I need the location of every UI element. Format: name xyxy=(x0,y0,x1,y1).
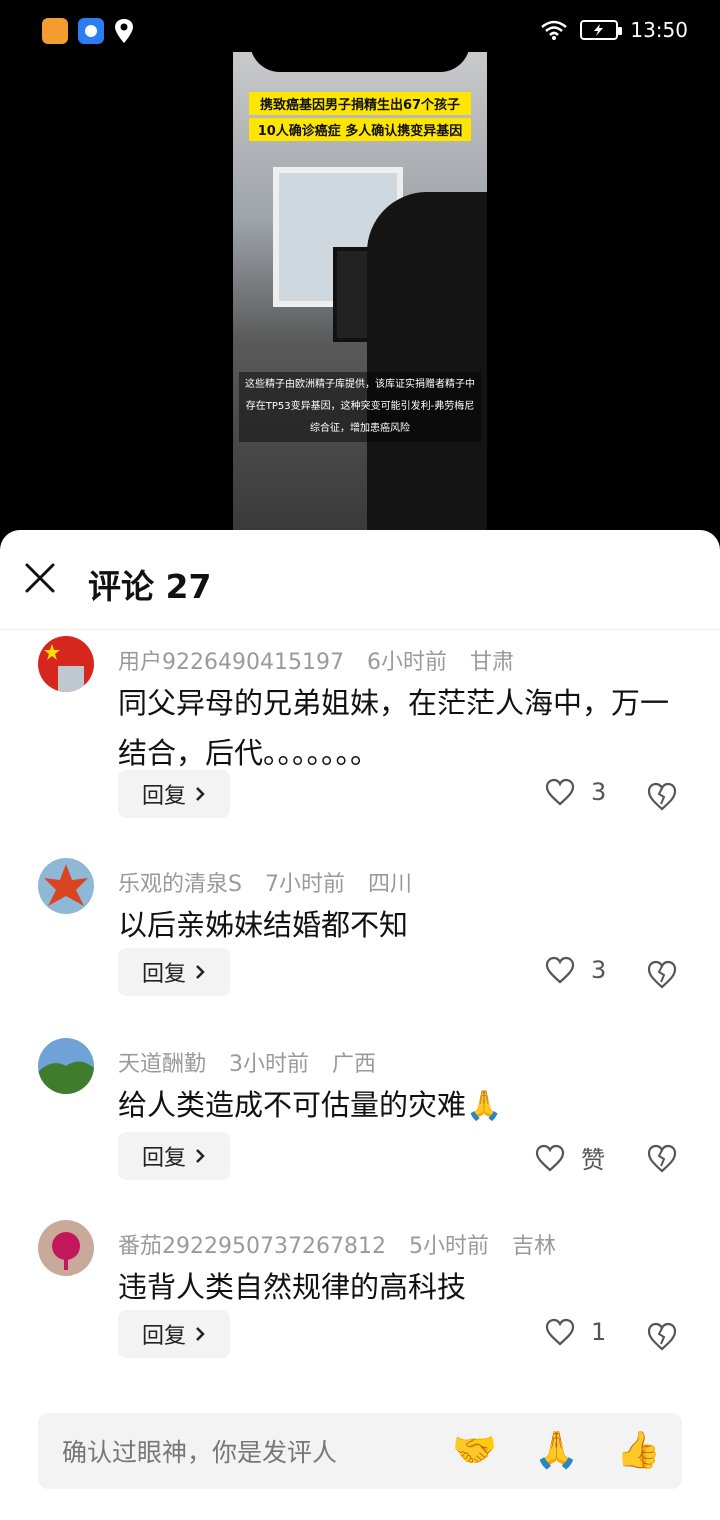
heart-icon xyxy=(545,956,575,984)
chevron-right-icon xyxy=(196,1327,205,1341)
comment-time: 6小时前 xyxy=(366,650,447,675)
comment-meta: 天道酬勤 3小时前 广西 xyxy=(118,1046,392,1078)
comment-meta: 乐观的清泉S 7小时前 四川 xyxy=(118,866,428,898)
like-button[interactable]: 3 xyxy=(545,778,606,806)
comment-location: 吉林 xyxy=(511,1234,556,1259)
reply-button[interactable]: 回复 xyxy=(118,1310,230,1358)
comment-time: 5小时前 xyxy=(408,1234,489,1259)
battery-icon xyxy=(580,20,623,40)
camera-notch xyxy=(250,0,470,72)
location-icon xyxy=(115,19,133,43)
comment-username[interactable]: 番茄2922950737267812 xyxy=(118,1234,386,1259)
broken-heart-icon[interactable] xyxy=(646,1142,678,1174)
comment-text: 给人类造成不可估量的灾难🙏 xyxy=(118,1088,503,1122)
comment-location: 甘肃 xyxy=(469,650,514,675)
avatar[interactable] xyxy=(38,636,94,692)
wifi-icon xyxy=(541,20,568,40)
comment-sheet: 评论 27 用户9226490415197 6小时前 甘肃 同父异母的兄弟姐妹，… xyxy=(0,530,720,1520)
reply-label: 回复 xyxy=(141,1146,186,1171)
comment-input-placeholder: 确认过眼神，你是发评人 xyxy=(62,1438,338,1467)
broken-heart-icon[interactable] xyxy=(646,780,678,812)
handshake-emoji-button[interactable]: 🤝 xyxy=(452,1427,497,1475)
chevron-right-icon xyxy=(196,787,205,801)
comment-text: 以后亲姊妹结婚都不知 xyxy=(118,908,409,942)
thumbs-up-emoji-button[interactable]: 👍 xyxy=(616,1427,661,1475)
comment-location: 四川 xyxy=(367,872,412,897)
broken-heart-icon[interactable] xyxy=(646,1320,678,1352)
video-caption-line2: 10人确诊癌症 多人确认携变异基因 xyxy=(249,118,471,141)
video-player[interactable]: 携致癌基因男子捐精生出67个孩子 10人确诊癌症 多人确认携变异基因 这些精子由… xyxy=(233,52,487,532)
comment-time: 3小时前 xyxy=(229,1052,310,1077)
chevron-right-icon xyxy=(196,965,205,979)
comment-username[interactable]: 天道酬勤 xyxy=(118,1052,206,1077)
comment-username[interactable]: 用户9226490415197 xyxy=(118,650,344,675)
like-button[interactable]: 赞 xyxy=(535,1140,605,1175)
video-subtitle: 这些精子由欧洲精子库提供，该库证实捐赠者精子中存在TP53变异基因，这种突变可能… xyxy=(239,372,481,442)
video-person-scene xyxy=(367,192,487,532)
avatar[interactable] xyxy=(38,858,94,914)
comment-input[interactable]: 确认过眼神，你是发评人 🤝 🙏 👍 xyxy=(38,1413,682,1489)
reply-button[interactable]: 回复 xyxy=(118,770,230,818)
reply-button[interactable]: 回复 xyxy=(118,1132,230,1180)
reply-label: 回复 xyxy=(141,1324,186,1349)
like-button[interactable]: 3 xyxy=(545,956,606,984)
heart-icon xyxy=(545,1318,575,1346)
avatar[interactable] xyxy=(38,1220,94,1276)
reply-label: 回复 xyxy=(141,784,186,809)
avatar[interactable] xyxy=(38,1038,94,1094)
reply-button[interactable]: 回复 xyxy=(118,948,230,996)
like-count: 赞 xyxy=(581,1146,605,1174)
heart-icon xyxy=(535,1144,565,1171)
sheet-title: 评论 27 xyxy=(88,567,212,606)
comment-text: 同父异母的兄弟姐妹，在茫茫人海中，万一结合，后代。。。。。。。 xyxy=(118,686,670,770)
video-caption-line1: 携致癌基因男子捐精生出67个孩子 xyxy=(249,92,471,115)
close-icon[interactable] xyxy=(22,560,58,596)
app-notification-icon xyxy=(78,18,104,44)
like-button[interactable]: 1 xyxy=(545,1318,606,1346)
like-count: 3 xyxy=(591,956,607,984)
comment-time: 7小时前 xyxy=(264,872,345,897)
status-time: 13:50 xyxy=(630,18,688,42)
comment-username[interactable]: 乐观的清泉S xyxy=(118,872,242,897)
reply-label: 回复 xyxy=(141,962,186,987)
broken-heart-icon[interactable] xyxy=(646,958,678,990)
sheet-header: 评论 27 xyxy=(0,530,720,630)
app-notification-icon xyxy=(42,18,68,44)
comment-meta: 用户9226490415197 6小时前 甘肃 xyxy=(118,644,530,676)
comment-location: 广西 xyxy=(332,1052,377,1077)
pray-emoji-button[interactable]: 🙏 xyxy=(534,1427,579,1475)
like-count: 1 xyxy=(591,1318,607,1346)
chevron-right-icon xyxy=(196,1149,205,1163)
like-count: 3 xyxy=(591,778,607,806)
comment-meta: 番茄2922950737267812 5小时前 吉林 xyxy=(118,1228,572,1260)
comment-text: 违背人类自然规律的高科技 xyxy=(118,1270,467,1304)
heart-icon xyxy=(545,778,575,806)
